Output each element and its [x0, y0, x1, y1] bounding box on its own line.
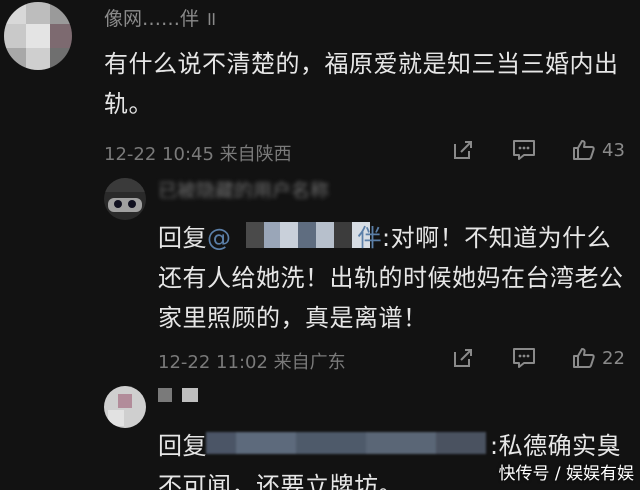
commenter-avatar[interactable] — [4, 2, 72, 70]
like-button[interactable]: 43 — [572, 138, 625, 162]
reply-button[interactable] — [512, 139, 536, 161]
reply-reply-button[interactable] — [512, 347, 536, 369]
mention-link[interactable]: @ — [207, 224, 232, 252]
comment-time: 10:45 — [162, 144, 214, 165]
watermark: 快传号 / 娱娱有娱 — [498, 464, 634, 484]
redacted-username-mosaic — [158, 388, 198, 402]
reply-avatar[interactable] — [104, 178, 146, 220]
reply2-avatar[interactable] — [104, 386, 146, 428]
comment-icon — [513, 348, 535, 368]
comment-date: 12-22 — [104, 144, 157, 165]
reply-prefix: 回复 — [158, 224, 207, 252]
reply-username[interactable]: 已被隐藏的用户名称 — [158, 176, 458, 198]
reply-like-button[interactable]: 22 — [572, 346, 625, 370]
reply-like-count: 22 — [602, 347, 625, 369]
comment-thread: 像网……伴 ॥ 有什么说不清楚的，福原爱就是知三当三婚内出轨。 12-22 10… — [0, 0, 640, 490]
commenter-username[interactable]: 像网……伴 ॥ — [104, 4, 284, 28]
reply-location: 来自广东 — [273, 352, 346, 373]
comment-location: 来自陕西 — [219, 144, 292, 165]
thumbs-up-icon — [573, 140, 595, 160]
reply-time: 11:02 — [216, 352, 268, 373]
comment-text: 有什么说不清楚的，福原爱就是知三当三婚内出轨。 — [104, 50, 619, 118]
reply-date: 12-22 — [158, 352, 211, 373]
reply-timestamp: 12-22 11:02 来自广东 — [158, 348, 346, 374]
comment-timestamp: 12-22 10:45 来自陕西 — [104, 140, 292, 166]
share-button[interactable] — [452, 139, 474, 161]
comment-icon — [513, 140, 535, 160]
mention-tail[interactable]: 伴 — [358, 224, 383, 252]
like-count: 43 — [602, 139, 625, 161]
thumbs-up-icon — [573, 348, 595, 368]
reply-share-button[interactable] — [452, 347, 474, 369]
share-icon — [454, 349, 472, 367]
share-icon — [454, 141, 472, 159]
reply2-prefix: 回复 — [158, 432, 207, 460]
reply-text: 回复@ 伴:对啊！不知道为什么还有人给她洗！出轨的时候她妈在台湾老公家里照顾的，真… — [158, 218, 634, 338]
